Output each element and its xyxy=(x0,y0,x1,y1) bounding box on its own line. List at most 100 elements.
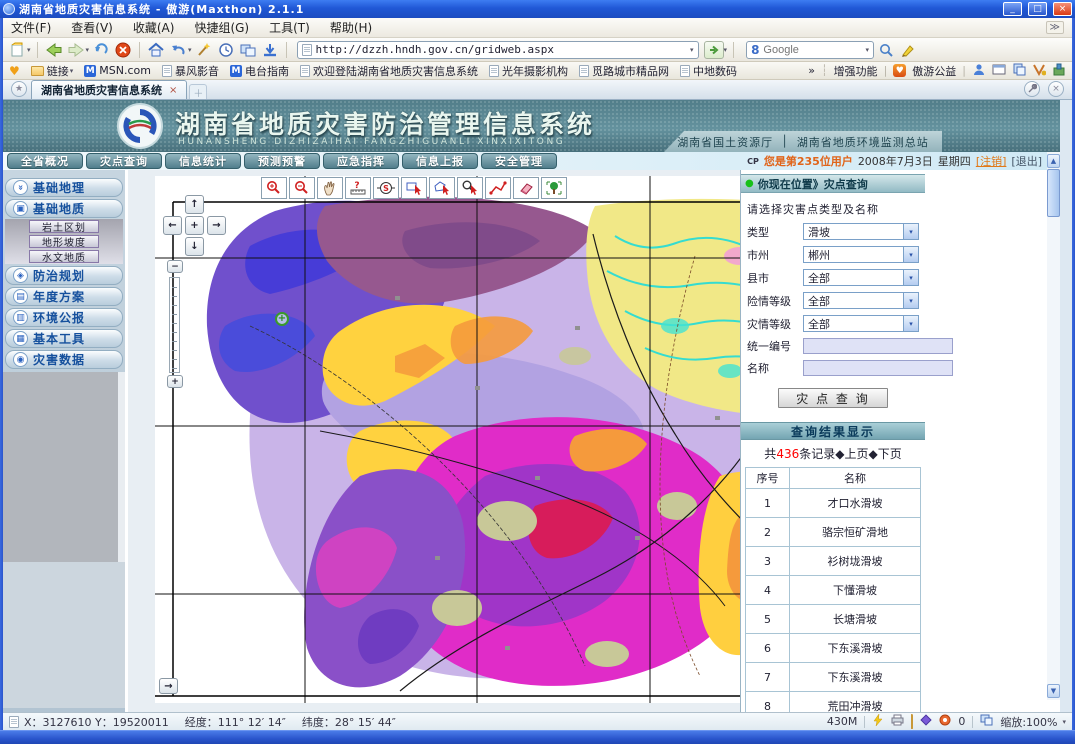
menu-view[interactable]: 查看(V) xyxy=(71,19,113,36)
history-dropdown-icon[interactable]: ▾ xyxy=(86,46,90,54)
enhanced-features-link[interactable]: 增强功能 xyxy=(834,63,878,79)
menu-help[interactable]: 帮助(H) xyxy=(330,19,372,36)
world-icon[interactable] xyxy=(1052,63,1066,79)
risk-select[interactable]: 全部▾ xyxy=(803,292,919,309)
minimize-button-icon[interactable]: _ xyxy=(1003,2,1022,16)
tab-close-icon[interactable]: × xyxy=(169,85,177,96)
restore-button-icon[interactable]: □ xyxy=(1028,2,1047,16)
zoom-slider[interactable] xyxy=(169,277,180,373)
nav-tab-disaster-query[interactable]: 灾点查询 xyxy=(86,153,162,169)
sidebar-sub-hydrogeology[interactable]: 水文地质 xyxy=(29,250,99,263)
user-icon[interactable] xyxy=(972,63,986,79)
table-row[interactable]: 4下懂滑坡 xyxy=(746,576,921,605)
stop-icon[interactable] xyxy=(113,40,133,60)
home-icon[interactable] xyxy=(146,40,166,60)
undo-dropdown-icon[interactable]: ▾ xyxy=(188,46,192,54)
measure-distance-icon[interactable]: ? xyxy=(345,177,371,199)
sidebar-item-annual-plan[interactable]: ▤年度方案 xyxy=(5,287,123,306)
menu-file[interactable]: 文件(F) xyxy=(11,19,51,36)
next-page-link[interactable]: ◆下页 xyxy=(868,445,901,462)
city-select[interactable]: 郴州▾ xyxy=(803,246,919,263)
tab-settings-wrench-icon[interactable] xyxy=(1024,81,1040,97)
sidebar-sub-terrain-slope[interactable]: 地形坡度 xyxy=(29,235,99,248)
sidebar-item-disaster-data[interactable]: ◉灾害数据 xyxy=(5,350,123,369)
forward-icon[interactable] xyxy=(66,40,86,60)
draw-line-icon[interactable] xyxy=(485,177,511,199)
search-engine-dropdown-icon[interactable]: ▾ xyxy=(866,46,870,54)
search-input[interactable] xyxy=(763,44,863,56)
new-page-dropdown-icon[interactable]: ▾ xyxy=(27,46,31,54)
disaster-select[interactable]: 全部▾ xyxy=(803,315,919,332)
pan-down-icon[interactable]: ↓ xyxy=(185,237,204,256)
prev-page-link[interactable]: ◆上页 xyxy=(835,445,868,462)
maxthon-charity-icon[interactable]: ♥ xyxy=(893,64,906,77)
table-row[interactable]: 7下东溪滑坡 xyxy=(746,663,921,692)
pan-right-icon[interactable]: → xyxy=(207,216,226,235)
refresh-icon[interactable] xyxy=(91,40,111,60)
link-milu-city[interactable]: 觅路城市精品网 xyxy=(579,63,669,79)
window-titlebar[interactable]: 湖南省地质灾害信息系统 - 傲游(Maxthon) 2.1.1 _ □ × xyxy=(0,0,1075,18)
eraser-icon[interactable] xyxy=(513,177,539,199)
link-welcome-hunan-geo[interactable]: 欢迎登陆湖南省地质灾害信息系统 xyxy=(300,63,478,79)
nav-tab-security-mgmt[interactable]: 安全管理 xyxy=(481,153,557,169)
url-input[interactable] xyxy=(316,43,688,56)
tab-bar-close-icon[interactable]: × xyxy=(1048,81,1064,97)
slider-minus-icon[interactable]: − xyxy=(167,260,183,273)
links-folder[interactable]: 链接▾ xyxy=(31,63,74,79)
nav-tab-info-report[interactable]: 信息上报 xyxy=(402,153,478,169)
browser-scroll-track[interactable] xyxy=(1060,100,1072,712)
search-icon[interactable] xyxy=(876,40,896,60)
logout-link[interactable]: [注销] xyxy=(976,153,1007,169)
chevron-down-icon[interactable]: ▾ xyxy=(903,316,918,331)
disaster-query-button[interactable]: 灾 点 查 询 xyxy=(778,388,888,408)
layer-tree-icon[interactable] xyxy=(541,177,567,199)
pages-icon[interactable] xyxy=(1012,63,1026,79)
scrollbar-thumb[interactable] xyxy=(1047,169,1060,217)
sidebar-item-basic-tools[interactable]: ▦基本工具 xyxy=(5,329,123,348)
zoom-dropdown-icon[interactable]: ▾ xyxy=(1062,718,1066,726)
google-engine-icon[interactable]: 8 xyxy=(751,43,759,57)
nav-tab-province-overview[interactable]: 全省概况 xyxy=(7,153,83,169)
tab-active[interactable]: 湖南省地质灾害信息系统 × xyxy=(31,80,187,99)
nav-tab-statistics[interactable]: 信息统计 xyxy=(165,153,241,169)
pan-left-icon[interactable]: ← xyxy=(163,216,182,235)
scroll-down-icon[interactable]: ▼ xyxy=(1047,684,1060,698)
highlighter-icon[interactable] xyxy=(898,40,918,60)
pan-up-icon[interactable]: ↑ xyxy=(185,195,204,214)
page-scrollbar[interactable]: ▲ ▼ xyxy=(1047,152,1060,700)
close-button-icon[interactable]: × xyxy=(1053,2,1072,16)
chevron-down-icon[interactable]: ▾ xyxy=(903,224,918,239)
exit-link[interactable]: [退出] xyxy=(1011,153,1042,169)
link-msn[interactable]: MMSN.com xyxy=(84,64,151,77)
address-bar[interactable]: ▾ xyxy=(297,41,699,59)
full-extent-icon[interactable]: S xyxy=(373,177,399,199)
nav-tab-emergency-command[interactable]: 应急指挥 xyxy=(323,153,399,169)
menu-tools[interactable]: 工具(T) xyxy=(269,19,310,36)
paint-icon[interactable] xyxy=(1032,63,1046,79)
chevron-down-icon[interactable]: ▾ xyxy=(903,293,918,308)
table-row[interactable]: 2骆宗恒矿滑地 xyxy=(746,518,921,547)
table-row[interactable]: 6下东溪滑坡 xyxy=(746,634,921,663)
scroll-up-icon[interactable]: ▲ xyxy=(1047,154,1060,168)
rect-select-icon[interactable] xyxy=(401,177,427,199)
link-land-resources-dept[interactable]: 湖南省国土资源厅 xyxy=(677,134,773,150)
new-tab-button[interactable]: ＋ xyxy=(189,84,207,99)
link-storm-player[interactable]: 暴风影音 xyxy=(162,63,219,79)
slider-plus-icon[interactable]: + xyxy=(167,375,183,388)
favorites-star-icon[interactable]: ★ xyxy=(11,81,27,97)
type-select[interactable]: 滑坡▾ xyxy=(803,223,919,240)
download-icon[interactable] xyxy=(260,40,280,60)
go-dropdown-icon[interactable]: ▾ xyxy=(724,46,728,54)
county-select[interactable]: 全部▾ xyxy=(803,269,919,286)
polygon-select-icon[interactable] xyxy=(429,177,455,199)
boost-lightning-icon[interactable] xyxy=(872,714,884,729)
table-row[interactable]: 1才口水滑坡 xyxy=(746,489,921,518)
sidebar-item-base-geography[interactable]: »基础地理 xyxy=(5,178,123,197)
zoom-level[interactable]: 缩放:100% xyxy=(1000,714,1057,730)
link-guangnian-photo[interactable]: 光年摄影机构 xyxy=(489,63,568,79)
identify-icon[interactable] xyxy=(457,177,483,199)
url-dropdown-icon[interactable]: ▾ xyxy=(690,46,694,54)
chevron-down-icon[interactable]: ▾ xyxy=(903,270,918,285)
sidebar-item-env-bulletin[interactable]: ▥环境公报 xyxy=(5,308,123,327)
sidebar-item-prevention-planning[interactable]: ◈防治规划 xyxy=(5,266,123,285)
